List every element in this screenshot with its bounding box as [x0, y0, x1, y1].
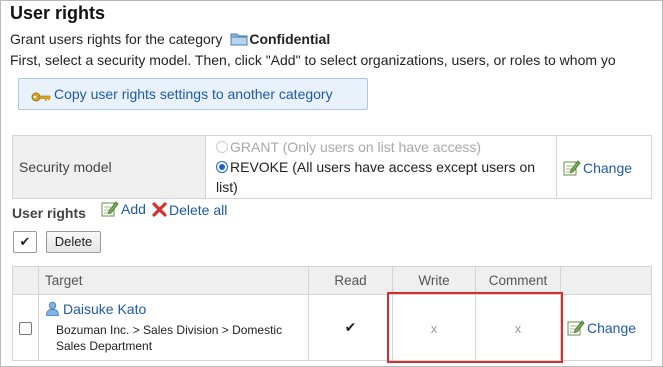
row-change-label: Change — [587, 320, 637, 336]
instructions-text: First, select a security model. Then, cl… — [10, 52, 616, 68]
header-read: Read — [308, 266, 393, 295]
security-model-options: GRANT (Only users on list have access) R… — [205, 135, 557, 199]
user-rights-table: Target Read Write Comment Daisuke Kato B… — [12, 266, 652, 361]
security-model-change-link[interactable]: Change — [563, 160, 632, 176]
delete-all-link[interactable]: Delete all — [152, 202, 227, 218]
comment-denied-mark: x — [514, 320, 522, 336]
folder-icon — [230, 32, 248, 46]
category-name: Confidential — [249, 31, 331, 47]
radio-grant[interactable] — [216, 141, 228, 153]
user-name-text: Daisuke Kato — [63, 301, 147, 317]
user-rights-heading: User rights — [12, 205, 86, 221]
user-icon — [45, 301, 60, 316]
row-change-link[interactable]: Change — [567, 320, 636, 336]
copy-rights-label: Copy user rights settings to another cat… — [54, 86, 333, 102]
edit-icon — [563, 159, 581, 176]
option-revoke[interactable]: REVOKE (All users have access except use… — [216, 157, 555, 197]
table-header-row: Target Read Write Comment — [12, 266, 652, 295]
radio-revoke[interactable] — [216, 161, 228, 173]
option-grant-label: GRANT (Only users on list have access) — [230, 139, 482, 155]
read-check: ✔ — [344, 319, 357, 335]
add-link[interactable]: Add — [101, 200, 146, 217]
row-write-cell: x — [392, 294, 476, 361]
grant-prefix: Grant users rights for the category — [10, 31, 223, 47]
security-model-table: Security model GRANT (Only users on list… — [12, 135, 652, 199]
key-icon — [31, 89, 51, 102]
user-name-link[interactable]: Daisuke Kato — [45, 301, 307, 317]
page-title: User rights — [10, 3, 106, 23]
change-label: Change — [583, 159, 633, 176]
delete-x-icon — [152, 202, 167, 217]
write-denied-mark: x — [430, 320, 438, 336]
row-select-cell — [12, 294, 39, 361]
security-model-label: Security model — [12, 135, 206, 199]
header-write: Write — [392, 266, 476, 295]
header-select — [12, 266, 39, 295]
header-actions — [560, 266, 652, 295]
row-read-cell: ✔ — [308, 294, 393, 361]
option-revoke-label: REVOKE (All users have access except use… — [216, 159, 536, 195]
add-edit-icon — [101, 200, 119, 217]
table-row: Daisuke Kato Bozuman Inc. > Sales Divisi… — [12, 294, 652, 361]
delete-button[interactable]: Delete — [46, 231, 101, 253]
header-comment: Comment — [475, 266, 561, 295]
row-checkbox[interactable] — [19, 322, 32, 336]
delete-all-label: Delete all — [169, 202, 228, 218]
row-comment-cell: x — [475, 294, 561, 361]
select-all-button[interactable]: ✔ — [13, 231, 37, 253]
row-change-cell: Change — [560, 294, 652, 361]
add-label: Add — [121, 201, 146, 217]
row-target-cell: Daisuke Kato Bozuman Inc. > Sales Divisi… — [38, 294, 309, 361]
user-organization: Bozuman Inc. > Sales Division > Domestic… — [56, 323, 283, 353]
grant-description: Grant users rights for the category Conf… — [10, 31, 330, 47]
copy-rights-button[interactable]: Copy user rights settings to another cat… — [18, 78, 368, 110]
row-edit-icon — [567, 319, 585, 336]
header-target: Target — [38, 266, 309, 295]
security-model-change-cell: Change — [556, 135, 652, 199]
option-grant[interactable]: GRANT (Only users on list have access) — [216, 137, 555, 157]
